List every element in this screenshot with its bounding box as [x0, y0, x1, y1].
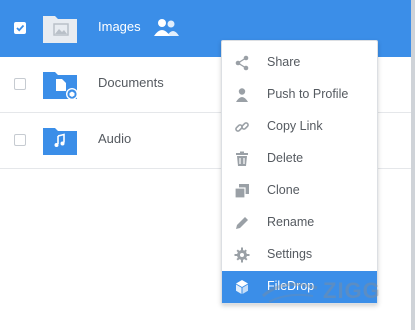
menu-item-label: Clone [267, 183, 300, 197]
watermark-text: ZIGG [323, 278, 381, 303]
scrollbar-edge [411, 0, 415, 330]
image-folder-icon [43, 16, 77, 43]
menu-item-settings[interactable]: Settings [222, 239, 377, 271]
shared-users-icon [154, 19, 179, 36]
menu-item-label: Push to Profile [267, 87, 349, 101]
pencil-icon [236, 217, 248, 229]
row-checkbox[interactable] [14, 134, 26, 146]
row-label: Images [98, 19, 141, 34]
documents-folder-icon [43, 72, 78, 100]
menu-item-share[interactable]: Share [222, 47, 377, 79]
clone-icon [234, 184, 249, 199]
watermark-swoosh-icon [261, 282, 318, 303]
share-icon [235, 55, 249, 71]
person-icon [236, 88, 248, 102]
menu-item-push-to-profile[interactable]: Push to Profile [222, 79, 377, 111]
audio-folder-icon [43, 128, 77, 155]
menu-item-clone[interactable]: Clone [222, 175, 377, 207]
row-label: Documents [98, 75, 164, 90]
menu-item-copy-link[interactable]: Copy Link [222, 111, 377, 143]
link-icon [235, 122, 249, 132]
context-menu: Share Push to Profile Copy Link Delete C… [221, 40, 378, 304]
menu-item-label: Delete [267, 151, 304, 165]
gear-icon [234, 247, 250, 263]
menu-item-rename[interactable]: Rename [222, 207, 377, 239]
row-label: Audio [98, 131, 132, 146]
menu-item-label: Rename [267, 215, 315, 229]
menu-item-label: Copy Link [267, 119, 323, 133]
menu-item-delete[interactable]: Delete [222, 143, 377, 175]
row-checkbox[interactable] [14, 78, 26, 90]
menu-item-label: Share [267, 55, 301, 69]
watermark: ZIGG [261, 274, 411, 310]
filedrop-icon [236, 280, 248, 294]
row-checkbox[interactable] [14, 22, 26, 34]
trash-icon [236, 151, 248, 166]
menu-item-label: Settings [267, 247, 313, 261]
